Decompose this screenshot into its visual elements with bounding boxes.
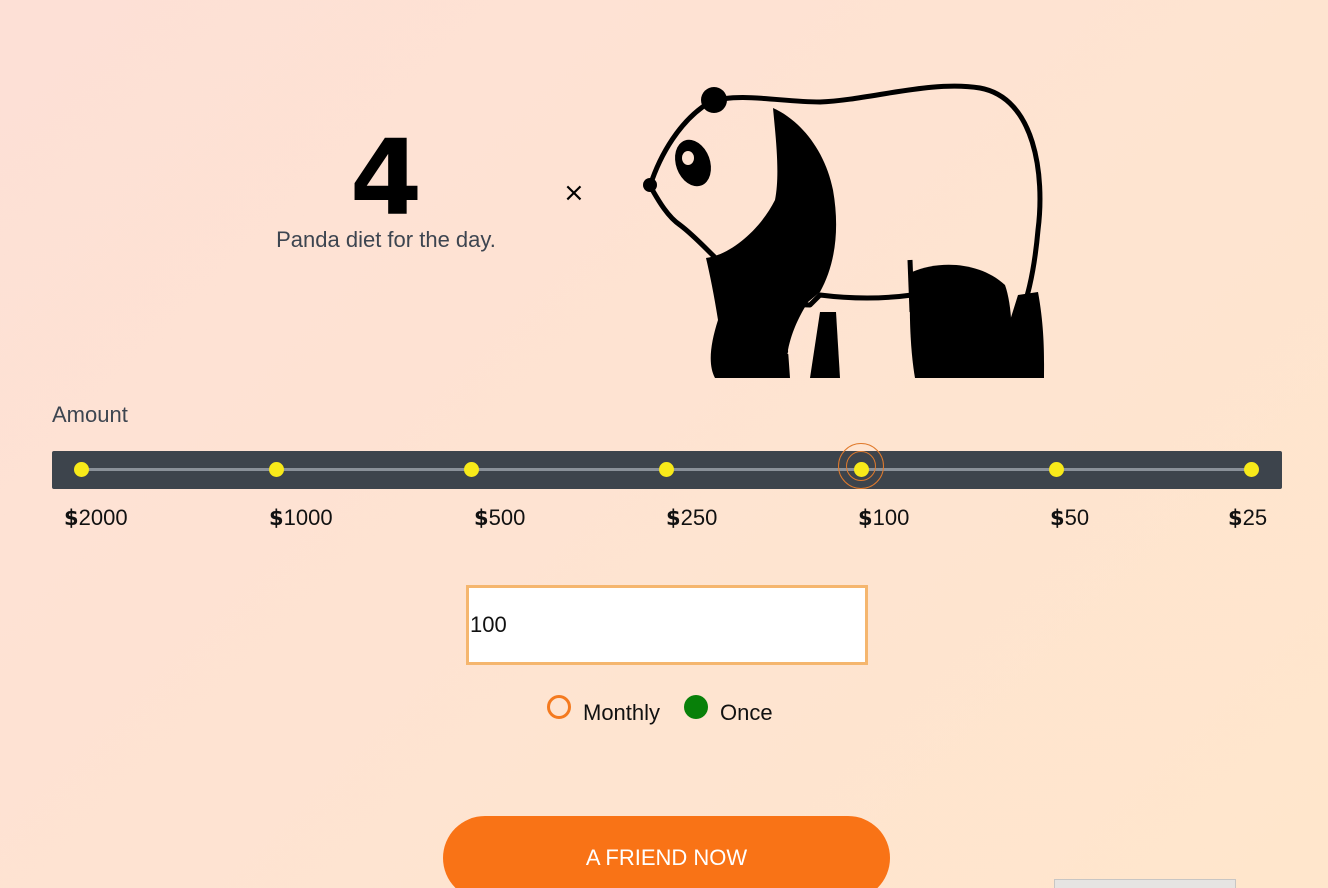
tick-label-100: $100 xyxy=(858,505,910,530)
once-label: Once xyxy=(720,700,773,725)
multiply-icon: × xyxy=(563,178,585,208)
diet-description: Panda diet for the day. xyxy=(276,227,496,252)
monthly-label: Monthly xyxy=(583,700,661,725)
slider-stop-100[interactable] xyxy=(853,462,869,477)
corner-widget xyxy=(1054,879,1236,888)
amount-slider[interactable] xyxy=(52,443,1282,489)
diet-count: 4 xyxy=(349,117,423,239)
slider-stop-250[interactable] xyxy=(658,462,674,477)
slider-stop-500[interactable] xyxy=(463,462,479,477)
frequency-once[interactable]: Once xyxy=(684,695,773,726)
donate-button[interactable]: A FRIEND NOW xyxy=(443,816,890,888)
once-radio[interactable] xyxy=(684,695,709,719)
frequency-monthly[interactable]: Monthly xyxy=(547,695,661,726)
frequency-group: Monthly Once xyxy=(547,695,797,726)
tick-label-25: $25 xyxy=(1228,505,1268,530)
tick-label-500: $500 xyxy=(474,505,526,530)
slider-stop-50[interactable] xyxy=(1048,462,1064,477)
slider-stop-1000[interactable] xyxy=(268,462,284,477)
amount-label: Amount xyxy=(52,402,128,427)
slider-stop-2000[interactable] xyxy=(73,462,89,477)
tick-label-1000: $1000 xyxy=(269,505,333,530)
slider-stop-25[interactable] xyxy=(1243,462,1259,477)
monthly-radio[interactable] xyxy=(547,695,571,719)
tick-label-2000: $2000 xyxy=(64,505,128,530)
amount-input[interactable] xyxy=(466,585,868,665)
tick-label-50: $50 xyxy=(1050,505,1090,530)
panda-icon xyxy=(643,83,1045,378)
tick-label-250: $250 xyxy=(666,505,718,530)
